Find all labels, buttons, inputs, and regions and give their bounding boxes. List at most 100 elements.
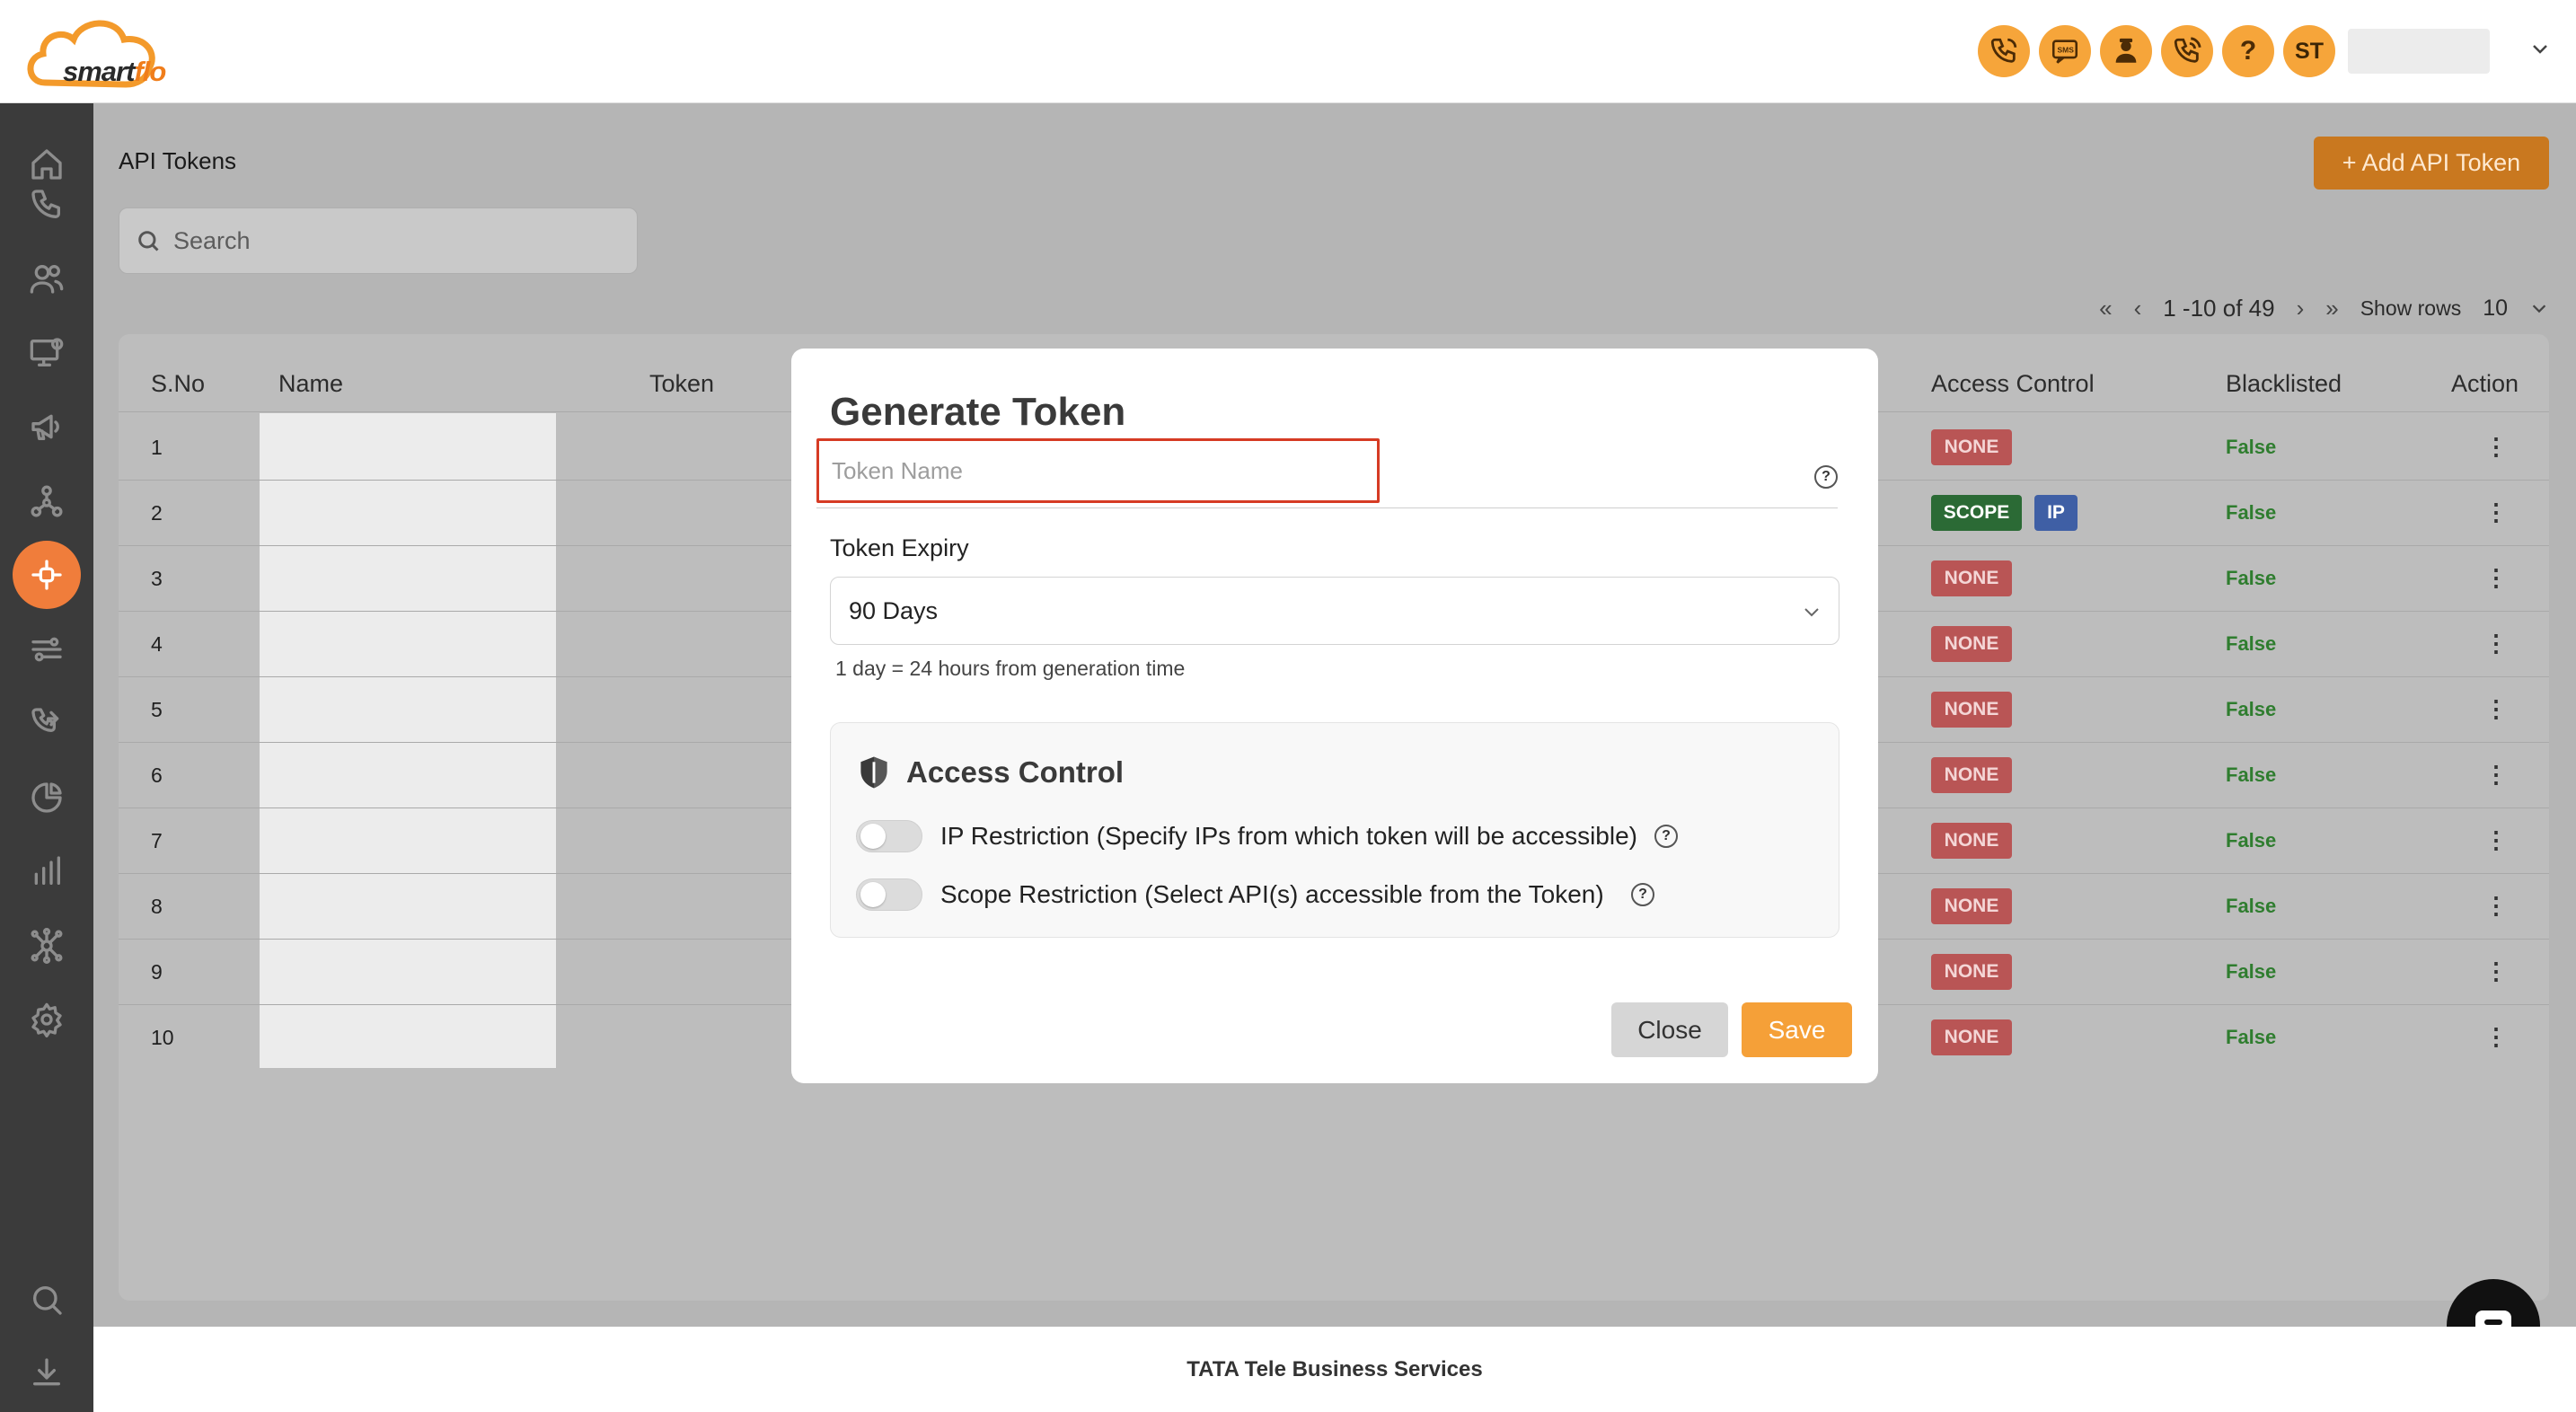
access-badge: NONE [1931, 756, 2012, 793]
chevron-down-icon[interactable] [2529, 38, 2551, 59]
access-badge: NONE [1931, 428, 2012, 465]
shield-icon [860, 756, 887, 789]
blacklisted-value: False [2226, 894, 2277, 917]
help-icon[interactable]: ? [1631, 883, 1654, 906]
access-badge: NONE [1931, 560, 2012, 596]
show-rows-label: Show rows [2360, 296, 2462, 320]
help-icon[interactable]: ? [1814, 465, 1838, 489]
phone-icon[interactable] [13, 171, 81, 239]
generate-token-modal: Generate Token ? Token Expiry 90 Days 1 … [791, 349, 1878, 1083]
last-page-button[interactable]: » [2325, 295, 2338, 322]
row-action-menu-icon[interactable]: ⋮ [2484, 433, 2508, 461]
chevron-down-icon [1804, 608, 1819, 617]
access-badge: NONE [1931, 625, 2012, 662]
scope-restriction-label: Scope Restriction (Select API(s) accessi… [940, 880, 1604, 908]
access-badge: NONE [1931, 691, 2012, 728]
col-blacklisted: Blacklisted [2226, 370, 2342, 397]
token-name-input[interactable] [816, 438, 1380, 503]
col-token: Token [649, 370, 715, 397]
user-avatar[interactable]: ST [2283, 25, 2335, 77]
download-icon[interactable] [13, 1339, 81, 1408]
search-icon[interactable] [13, 1266, 81, 1334]
page-range: 1 -10 of 49 [2163, 294, 2275, 322]
next-page-button[interactable]: › [2297, 295, 2305, 322]
smartflo-logo[interactable]: smartflo [23, 13, 166, 95]
help-icon[interactable]: ? [1654, 825, 1678, 848]
phone-call-icon[interactable] [2161, 25, 2213, 77]
token-name-field: ? [816, 438, 1838, 508]
row-action-menu-icon[interactable]: ⋮ [2484, 826, 2508, 854]
footer: TATA Tele Business Services [93, 1327, 2576, 1412]
row-sno: 2 [151, 500, 163, 525]
chevron-down-icon[interactable] [2529, 298, 2549, 318]
access-badge: NONE [1931, 887, 2012, 924]
megaphone-icon[interactable] [13, 393, 81, 461]
col-action: Action [2451, 370, 2519, 397]
page-title: API Tokens [119, 147, 237, 174]
row-action-menu-icon[interactable]: ⋮ [2484, 892, 2508, 920]
pie-chart-icon[interactable] [13, 763, 81, 832]
row-sno: 10 [151, 1025, 174, 1049]
logo-wordmark: smartflo [63, 56, 166, 87]
access-control-title: Access Control [906, 755, 1125, 789]
add-api-token-button[interactable]: + Add API Token [2314, 137, 2549, 190]
search-input[interactable] [173, 226, 604, 255]
row-action-menu-icon[interactable]: ⋮ [2484, 761, 2508, 789]
search-box [119, 207, 638, 274]
ip-restriction-label: IP Restriction (Specify IPs from which t… [940, 822, 1637, 850]
pagination: « ‹ 1 -10 of 49 › » Show rows 10 [2099, 290, 2549, 326]
user-name-redacted[interactable] [2348, 29, 2490, 74]
row-action-menu-icon[interactable]: ⋮ [2484, 630, 2508, 657]
help-icon[interactable]: ? [2222, 25, 2274, 77]
save-button[interactable]: Save [1742, 1002, 1852, 1057]
row-sno: 1 [151, 435, 163, 459]
svg-text:SMS: SMS [2058, 45, 2075, 54]
users-icon[interactable] [13, 244, 81, 313]
blacklisted-value: False [2226, 697, 2277, 720]
integrations-icon[interactable] [13, 912, 81, 980]
access-badge: NONE [1931, 822, 2012, 859]
row-sno: 6 [151, 763, 163, 787]
search-icon [138, 231, 159, 252]
modal-title: Generate Token [830, 390, 1126, 434]
row-action-menu-icon[interactable]: ⋮ [2484, 499, 2508, 526]
scope-restriction-toggle[interactable] [856, 878, 922, 911]
access-control-section: Access Control IP Restriction (Specify I… [830, 722, 1839, 938]
token-expiry-value: 90 Days [849, 596, 939, 624]
close-button[interactable]: Close [1611, 1002, 1728, 1057]
blacklisted-value: False [2226, 631, 2277, 655]
col-sno: S.No [151, 370, 206, 397]
row-action-menu-icon[interactable]: ⋮ [2484, 695, 2508, 723]
row-sno: 9 [151, 959, 163, 984]
access-badge: NONE [1931, 1019, 2012, 1055]
sms-icon[interactable]: SMS [2039, 25, 2091, 77]
monitor-settings-icon[interactable] [13, 319, 81, 387]
call-flow-icon[interactable] [13, 689, 81, 757]
api-plug-icon[interactable] [13, 541, 81, 609]
ip-restriction-toggle[interactable] [856, 820, 922, 852]
access-badge: IP [2034, 494, 2078, 531]
row-action-menu-icon[interactable]: ⋮ [2484, 564, 2508, 592]
row-action-menu-icon[interactable]: ⋮ [2484, 958, 2508, 985]
blacklisted-value: False [2226, 828, 2277, 852]
bar-chart-icon[interactable] [13, 837, 81, 905]
blacklisted-value: False [2226, 1025, 2277, 1048]
col-name: Name [278, 370, 344, 397]
col-access-control: Access Control [1931, 370, 2095, 397]
rows-per-page-select[interactable]: 10 [2483, 296, 2508, 322]
row-sno: 4 [151, 631, 163, 656]
token-expiry-hint: 1 day = 24 hours from generation time [835, 657, 1186, 680]
row-sno: 3 [151, 566, 163, 590]
redacted-names [260, 413, 556, 1068]
prev-page-button[interactable]: ‹ [2134, 295, 2142, 322]
first-page-button[interactable]: « [2099, 295, 2112, 322]
network-icon[interactable] [13, 467, 81, 535]
token-expiry-select[interactable]: 90 Days [830, 577, 1839, 645]
routing-icon[interactable] [13, 615, 81, 684]
row-action-menu-icon[interactable]: ⋮ [2484, 1023, 2508, 1051]
settings-icon[interactable] [13, 985, 81, 1054]
access-badge: SCOPE [1931, 494, 2022, 531]
blacklisted-value: False [2226, 566, 2277, 589]
phone-icon[interactable] [1978, 25, 2030, 77]
agent-icon[interactable] [2100, 25, 2152, 77]
